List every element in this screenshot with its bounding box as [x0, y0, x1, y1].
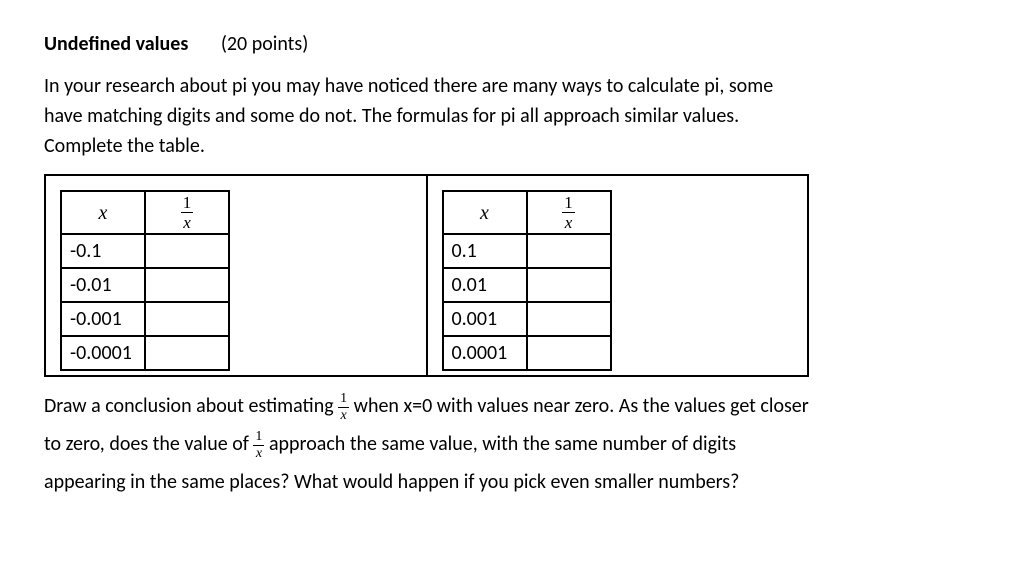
left-table: x 1 x -0.1 -0.01 - [60, 190, 230, 371]
x-value: -0.001 [61, 302, 145, 336]
x-value: -0.1 [61, 234, 145, 268]
section-title: Undefined values [44, 32, 188, 56]
conclusion-line: Draw a conclusion about estimating 1 x w… [44, 387, 980, 425]
col-header-one-over-x: 1 x [145, 191, 229, 234]
intro-line: Complete the table. [44, 132, 980, 160]
fraction-one-over-x: 1 x [562, 194, 575, 231]
fraction-one-over-x: 1 x [338, 392, 349, 423]
table-row: 0.01 [443, 268, 611, 302]
x-value: 0.0001 [443, 336, 527, 370]
table-row: -0.01 [61, 268, 229, 302]
col-header-x: x [61, 191, 145, 234]
f-value [145, 268, 229, 302]
f-value [145, 336, 229, 370]
tables-container: x 1 x -0.1 -0.01 - [44, 174, 809, 377]
fraction-one-over-x: 1 x [181, 194, 194, 231]
f-value [527, 234, 611, 268]
x-value: 0.1 [443, 234, 527, 268]
left-table-cell: x 1 x -0.1 -0.01 - [46, 176, 428, 375]
intro-paragraph: In your research about pi you may have n… [44, 72, 980, 160]
x-value: -0.01 [61, 268, 145, 302]
table-row: -0.1 [61, 234, 229, 268]
f-value [145, 302, 229, 336]
right-table-cell: x 1 x 0.1 0.01 0.0 [428, 176, 808, 375]
f-value [145, 234, 229, 268]
table-row: -0.0001 [61, 336, 229, 370]
col-header-x: x [443, 191, 527, 234]
table-row: 0.1 [443, 234, 611, 268]
x-value: 0.01 [443, 268, 527, 302]
f-value [527, 268, 611, 302]
section-points: (20 points) [221, 32, 308, 56]
fraction-one-over-x: 1 x [253, 430, 264, 461]
x-value: 0.001 [443, 302, 527, 336]
col-header-one-over-x: 1 x [527, 191, 611, 234]
conclusion-line: appearing in the same places? What would… [44, 463, 980, 501]
intro-line: have matching digits and some do not. Th… [44, 102, 980, 130]
table-row: 0.0001 [443, 336, 611, 370]
intro-line: In your research about pi you may have n… [44, 72, 980, 100]
table-row: -0.001 [61, 302, 229, 336]
conclusion-paragraph: Draw a conclusion about estimating 1 x w… [44, 387, 980, 501]
f-value [527, 302, 611, 336]
x-value: -0.0001 [61, 336, 145, 370]
conclusion-line: to zero, does the value of 1 x approach … [44, 425, 980, 463]
right-table: x 1 x 0.1 0.01 0.0 [442, 190, 612, 371]
f-value [527, 336, 611, 370]
table-row: 0.001 [443, 302, 611, 336]
title-row: Undefined values (20 points) [44, 30, 980, 58]
